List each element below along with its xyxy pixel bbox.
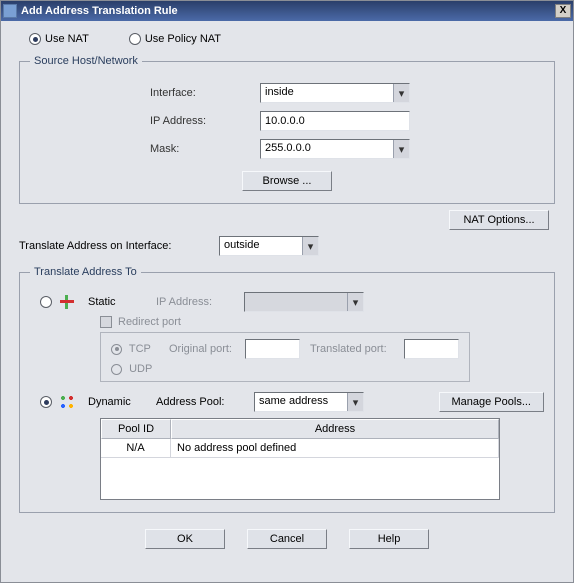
tcp-label: TCP xyxy=(129,343,151,355)
address-pool-label: Address Pool: xyxy=(156,396,246,408)
window-title: Add Address Translation Rule xyxy=(21,5,555,17)
static-plus-icon xyxy=(60,295,74,309)
interface-value: inside xyxy=(261,84,393,102)
static-radio[interactable] xyxy=(40,296,52,308)
source-host-network-group: Source Host/Network Interface: inside ▾ … xyxy=(19,55,555,204)
translate-interface-combo[interactable]: outside ▾ xyxy=(219,236,319,256)
chevron-down-icon: ▾ xyxy=(347,393,363,411)
address-cell: No address pool defined xyxy=(171,439,499,457)
use-nat-label: Use NAT xyxy=(45,33,89,45)
mask-combo[interactable]: 255.0.0.0 ▾ xyxy=(260,139,410,159)
manage-pools-button[interactable]: Manage Pools... xyxy=(439,392,545,412)
translated-port-label: Translated port: xyxy=(310,343,400,355)
static-label: Static xyxy=(88,296,148,308)
interface-combo[interactable]: inside ▾ xyxy=(260,83,410,103)
redirect-port-label: Redirect port xyxy=(118,316,181,328)
chevron-down-icon: ▾ xyxy=(393,140,409,158)
original-port-field xyxy=(245,339,300,359)
ip-address-field[interactable] xyxy=(260,111,410,131)
close-button[interactable]: X xyxy=(555,4,571,18)
udp-label: UDP xyxy=(129,363,152,375)
chevron-down-icon: ▾ xyxy=(393,84,409,102)
cancel-button[interactable]: Cancel xyxy=(247,529,327,549)
translate-to-legend: Translate Address To xyxy=(30,266,141,278)
translate-interface-value: outside xyxy=(220,237,302,255)
interface-label: Interface: xyxy=(150,87,260,99)
browse-button[interactable]: Browse ... xyxy=(242,171,332,191)
table-row[interactable]: N/A No address pool defined xyxy=(101,439,499,458)
chevron-down-icon: ▾ xyxy=(347,293,363,311)
address-header: Address xyxy=(171,419,499,439)
mask-value: 255.0.0.0 xyxy=(261,140,393,158)
static-ip-label: IP Address: xyxy=(156,296,236,308)
radio-icon xyxy=(129,33,141,45)
dialog-window: Add Address Translation Rule X Use NAT U… xyxy=(0,0,574,583)
udp-radio xyxy=(111,364,122,375)
redirect-port-checkbox xyxy=(100,316,112,328)
radio-icon xyxy=(29,33,41,45)
pool-table: Pool ID Address N/A No address pool defi… xyxy=(100,418,500,500)
use-nat-option[interactable]: Use NAT xyxy=(29,33,89,45)
nat-mode-group: Use NAT Use Policy NAT xyxy=(29,33,555,45)
translate-address-to-group: Translate Address To Static IP Address: … xyxy=(19,266,555,513)
translate-on-interface-label: Translate Address on Interface: xyxy=(19,240,219,252)
pool-id-header: Pool ID xyxy=(101,419,171,439)
chevron-down-icon: ▾ xyxy=(302,237,318,255)
help-button[interactable]: Help xyxy=(349,529,429,549)
nat-options-button[interactable]: NAT Options... xyxy=(449,210,549,230)
title-bar: Add Address Translation Rule X xyxy=(1,1,573,21)
pool-id-cell: N/A xyxy=(101,439,171,457)
dialog-buttons: OK Cancel Help xyxy=(19,519,555,559)
port-redirect-box: TCP Original port: Translated port: UDP xyxy=(100,332,470,382)
use-policy-nat-label: Use Policy NAT xyxy=(145,33,221,45)
static-ip-value xyxy=(245,293,347,311)
address-pool-value: same address xyxy=(255,393,347,411)
source-legend: Source Host/Network xyxy=(30,55,142,67)
app-icon xyxy=(3,4,17,18)
tcp-radio xyxy=(111,344,122,355)
address-pool-combo[interactable]: same address ▾ xyxy=(254,392,364,412)
dynamic-radio[interactable] xyxy=(40,396,52,408)
static-ip-combo: ▾ xyxy=(244,292,364,312)
dialog-body: Use NAT Use Policy NAT Source Host/Netwo… xyxy=(1,21,573,582)
translated-port-field xyxy=(404,339,459,359)
ip-address-label: IP Address: xyxy=(150,115,260,127)
mask-label: Mask: xyxy=(150,143,260,155)
ok-button[interactable]: OK xyxy=(145,529,225,549)
dynamic-label: Dynamic xyxy=(88,396,148,408)
dynamic-dots-icon xyxy=(60,395,74,409)
original-port-label: Original port: xyxy=(169,343,241,355)
use-policy-nat-option[interactable]: Use Policy NAT xyxy=(129,33,221,45)
